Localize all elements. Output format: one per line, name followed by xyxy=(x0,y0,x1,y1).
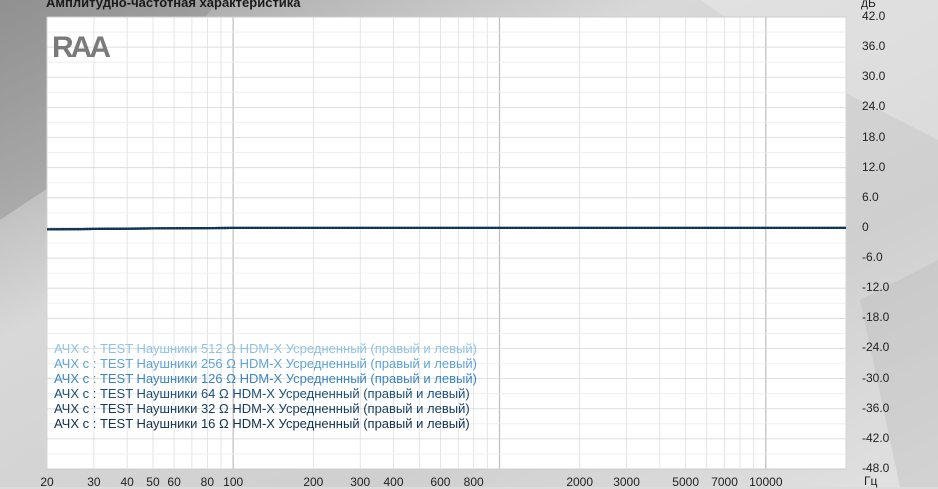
y-tick-label: 18.0 xyxy=(862,129,886,144)
legend-item: АЧХ с : TEST Наушники 512 Ω HDM-X Усредн… xyxy=(54,341,477,356)
y-tick-label: -48.0 xyxy=(862,461,890,475)
legend-item: АЧХ с : TEST Наушники 256 Ω HDM-X Усредн… xyxy=(54,356,477,371)
y-axis-label: дБ xyxy=(861,0,876,10)
y-tick-label: 42.0 xyxy=(862,9,886,23)
y-tick-label: -36.0 xyxy=(862,400,890,415)
y-tick-label: -6.0 xyxy=(862,250,883,265)
y-tick-label: -24.0 xyxy=(862,340,890,355)
y-tick-label: -12.0 xyxy=(862,280,890,295)
legend-item: АЧХ с : TEST Наушники 126 Ω HDM-X Усредн… xyxy=(54,371,477,386)
y-tick-label: -18.0 xyxy=(862,310,890,325)
legend-item: АЧХ с : TEST Наушники 32 Ω HDM-X Усредне… xyxy=(54,401,470,416)
y-tick-label: 24.0 xyxy=(862,99,886,114)
legend-item: АЧХ с : TEST Наушники 16 Ω HDM-X Усредне… xyxy=(54,416,470,431)
y-tick-label: 0 xyxy=(862,219,869,234)
raa-logo: RAA xyxy=(52,31,113,64)
y-tick-label: 6.0 xyxy=(862,189,879,204)
y-tick-label: 36.0 xyxy=(862,39,886,54)
y-tick-label: 30.0 xyxy=(862,69,886,84)
y-tick-label: -30.0 xyxy=(862,370,890,385)
y-tick-label: -42.0 xyxy=(862,430,890,445)
y-tick-label: 12.0 xyxy=(862,159,886,174)
svg-text:RAA: RAA xyxy=(52,31,110,64)
x-axis-label: Гц xyxy=(864,474,878,488)
legend-item: АЧХ с : TEST Наушники 64 Ω HDM-X Усредне… xyxy=(54,386,470,401)
